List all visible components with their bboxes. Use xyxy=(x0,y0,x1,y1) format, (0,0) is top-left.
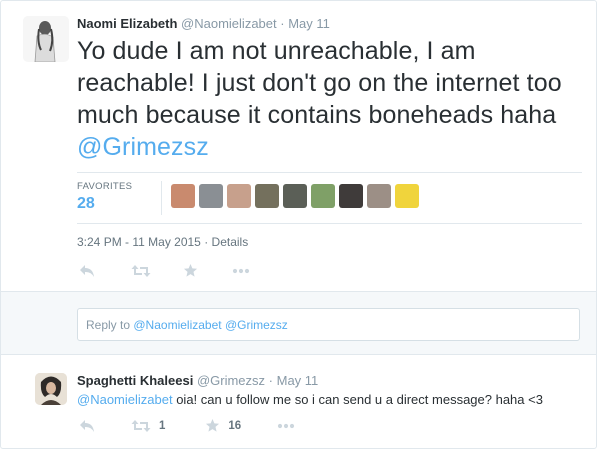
retweet-icon xyxy=(131,264,151,277)
reply-tweet-text: @Naomielizabet oia! can u follow me so i… xyxy=(77,392,543,407)
reply-prefix: Reply to xyxy=(86,318,131,332)
reply-icon xyxy=(80,264,94,277)
reply-mention-2: @Grimezsz xyxy=(224,318,288,332)
reply-more-button[interactable] xyxy=(277,423,295,429)
favorite-icon xyxy=(206,418,220,432)
tweet-text-body: Yo dude I am not unreachable, I am reach… xyxy=(77,37,562,129)
reply-author-name[interactable]: Spaghetti Khaleesi xyxy=(77,373,193,388)
reply-favorite-button[interactable]: 16 xyxy=(205,418,241,433)
favoriter-avatar[interactable] xyxy=(339,184,363,208)
reply-reply-button[interactable] xyxy=(79,419,95,433)
tweet-text: Yo dude I am not unreachable, I am reach… xyxy=(77,35,582,163)
reply-tweet-header: Spaghetti Khaleesi @Grimezsz · May 11 xyxy=(77,373,318,388)
reply-retweet-button[interactable]: 1 xyxy=(131,419,165,433)
favoriters-avatar-row xyxy=(171,184,419,208)
favoriter-avatar[interactable] xyxy=(199,184,223,208)
reply-author-handle[interactable]: @Grimezsz xyxy=(197,373,265,388)
tweet-header: Naomi Elizabeth @Naomielizabet · May 11 xyxy=(77,16,330,31)
more-icon xyxy=(232,268,250,273)
meta-separator: · xyxy=(204,235,209,249)
details-link[interactable]: Details xyxy=(212,235,249,249)
tweet-date[interactable]: May 11 xyxy=(288,16,330,31)
stats-top-divider xyxy=(77,172,582,173)
favoriter-avatar[interactable] xyxy=(395,184,419,208)
favorites-label: FAVORITES xyxy=(77,181,133,192)
reply-mention-1: @Naomielizabet xyxy=(133,318,222,332)
more-button[interactable] xyxy=(232,268,250,274)
author-avatar[interactable] xyxy=(23,16,69,62)
favorite-icon xyxy=(183,263,198,277)
favoriter-avatar[interactable] xyxy=(367,184,391,208)
tweet-permalink: Naomi Elizabeth @Naomielizabet · May 11 … xyxy=(0,0,597,449)
favorites-count[interactable]: 28 xyxy=(77,195,95,213)
tweet-actions xyxy=(77,263,250,278)
more-icon xyxy=(278,423,295,428)
stats-vertical-divider xyxy=(161,181,162,215)
reply-icon xyxy=(80,419,94,432)
reply-text-body: oia! can u follow me so i can send u a d… xyxy=(176,392,543,407)
reply-text-mention[interactable]: @Naomielizabet xyxy=(77,392,173,407)
favoriter-avatar[interactable] xyxy=(283,184,307,208)
reply-button[interactable] xyxy=(79,264,95,278)
reply-header-separator: · xyxy=(268,373,273,388)
header-separator: · xyxy=(280,16,285,31)
author-name[interactable]: Naomi Elizabeth xyxy=(77,16,177,31)
reply-tweet-date[interactable]: May 11 xyxy=(277,373,319,388)
favoriter-avatar[interactable] xyxy=(227,184,251,208)
tweet-meta: 3:24 PM - 11 May 2015 · Details xyxy=(77,235,248,249)
favoriter-avatar[interactable] xyxy=(171,184,195,208)
stats-bottom-divider xyxy=(77,223,582,224)
retweet-button[interactable] xyxy=(131,264,151,278)
retweet-icon xyxy=(131,419,151,432)
reply-input[interactable]: Reply to @Naomielizabet @Grimezsz xyxy=(77,308,580,341)
reply-favorite-count: 16 xyxy=(228,419,242,432)
favoriter-avatar[interactable] xyxy=(311,184,335,208)
reply-author-avatar[interactable] xyxy=(35,373,67,405)
reply-retweet-count: 1 xyxy=(159,419,166,432)
favoriter-avatar[interactable] xyxy=(255,184,279,208)
reply-tweet-actions: 1 16 xyxy=(77,418,295,433)
tweet-mention-link[interactable]: @Grimezsz xyxy=(77,133,209,161)
author-handle[interactable]: @Naomielizabet xyxy=(181,16,277,31)
favorite-button[interactable] xyxy=(183,263,198,278)
tweet-timestamp: 3:24 PM - 11 May 2015 xyxy=(77,235,201,249)
